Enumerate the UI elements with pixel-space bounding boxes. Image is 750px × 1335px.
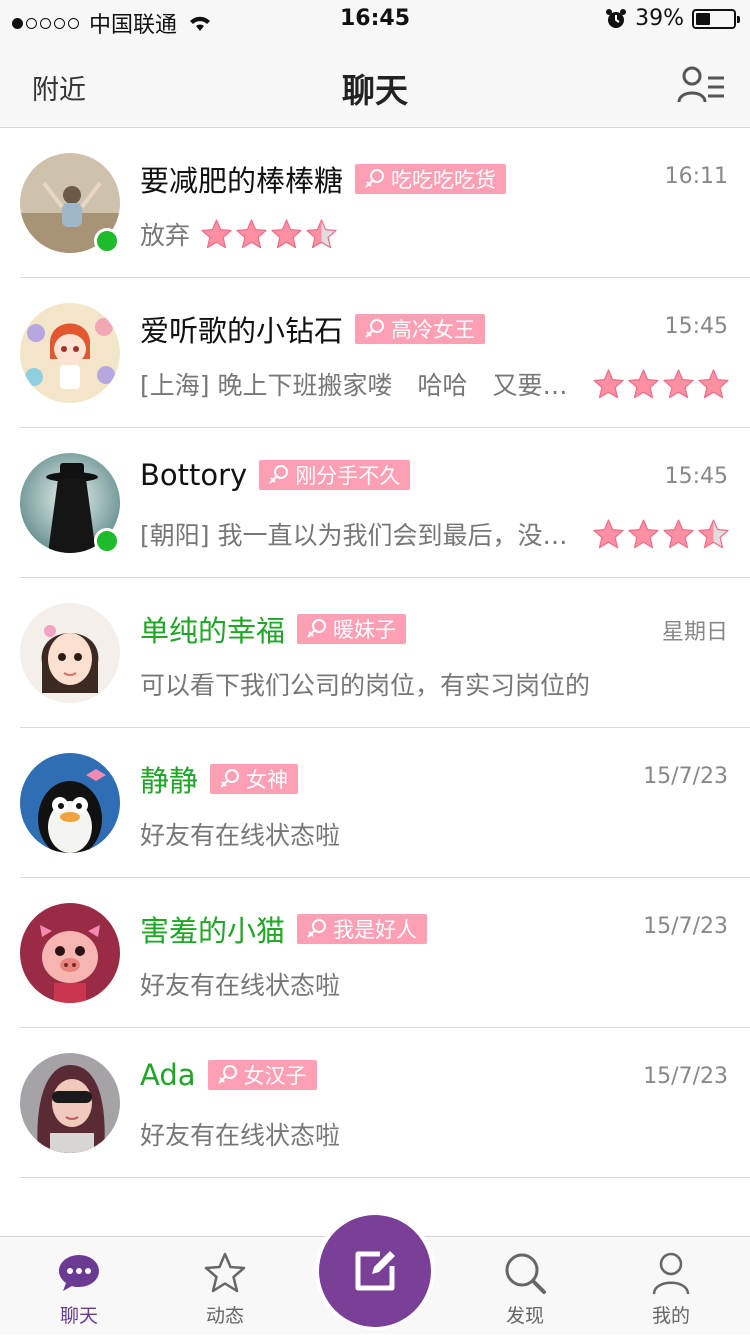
star-icon — [628, 518, 659, 548]
chat-time: 15/7/23 — [643, 764, 728, 789]
chat-time: 星期日 — [661, 620, 728, 645]
chat-row[interactable]: 爱听歌的小钻石 高冷女王 15:45 [上海] 晚上下班搬家喽 哈哈 又要住的离… — [0, 278, 750, 428]
badge-label: 我是好人 — [333, 918, 418, 942]
tab-label: 聊天 — [59, 1305, 98, 1327]
badge-label: 刚分手不久 — [295, 464, 401, 488]
status-badge: 暖妹子 — [297, 614, 407, 644]
star-icon — [306, 218, 337, 248]
female-icon — [365, 169, 385, 188]
contact-name: 爱听歌的小钻石 — [140, 314, 344, 348]
star-icon — [593, 518, 624, 548]
tab-me[interactable]: 我的 — [616, 1237, 726, 1335]
rating-stars — [576, 518, 730, 551]
star-icon — [663, 368, 694, 398]
badge-label: 暖妹子 — [333, 618, 397, 642]
status-badge: 女汉子 — [207, 1060, 317, 1090]
tab-chat[interactable]: 聊天 — [24, 1237, 134, 1335]
tab-label: 发现 — [505, 1305, 544, 1327]
chat-time: 15:45 — [664, 464, 728, 489]
avatar[interactable] — [20, 753, 120, 853]
chat-bubble-icon — [59, 1255, 99, 1291]
last-message: 放弃 — [140, 221, 191, 250]
badge-label: 吃吃吃吃货 — [391, 168, 497, 192]
star-icon — [663, 518, 694, 548]
tab-label: 我的 — [651, 1305, 690, 1327]
avatar[interactable] — [20, 1053, 120, 1153]
chat-time: 15:45 — [664, 314, 728, 339]
contact-name: 害羞的小猫 — [140, 914, 286, 948]
female-icon — [217, 1065, 237, 1084]
avatar[interactable] — [20, 603, 120, 703]
contact-name: 静静 — [140, 764, 199, 798]
tab-moments[interactable]: 动态 — [170, 1237, 280, 1335]
chat-time: 15/7/23 — [643, 914, 728, 939]
status-badge: 高冷女王 — [355, 314, 486, 344]
alarm-icon — [606, 8, 627, 28]
battery-percent: 39% — [635, 6, 684, 31]
badge-label: 高冷女王 — [391, 318, 476, 342]
contact-name: Bottory — [140, 458, 248, 492]
star-icon — [236, 218, 267, 248]
status-badge: 我是好人 — [297, 914, 428, 944]
chat-row[interactable]: 害羞的小猫 我是好人 15/7/23 好友有在线状态啦 — [0, 878, 750, 1028]
online-indicator — [94, 528, 120, 554]
last-message: 可以看下我们公司的岗位，有实习岗位的 — [140, 671, 591, 700]
star-outline-icon — [204, 1252, 246, 1293]
compose-button[interactable] — [319, 1215, 431, 1327]
star-icon — [271, 218, 302, 248]
star-icon — [201, 218, 232, 248]
female-icon — [307, 919, 327, 938]
last-message: [朝阳] 我一直以为我们会到最后，没想到 — [140, 521, 576, 550]
star-icon — [628, 368, 659, 398]
chat-time: 15/7/23 — [643, 1064, 728, 1089]
rating-stars — [576, 368, 730, 401]
online-indicator — [94, 228, 120, 254]
contact-name: 要减肥的棒棒糖 — [140, 164, 344, 198]
nav-bar: 附近 聊天 — [0, 40, 750, 128]
contact-name: 单纯的幸福 — [140, 614, 286, 648]
chat-row[interactable]: Ada 女汉子 15/7/23 好友有在线状态啦 — [0, 1028, 750, 1178]
star-icon — [593, 368, 624, 398]
badge-label: 女汉子 — [243, 1064, 307, 1088]
contact-name: Ada — [140, 1058, 196, 1092]
status-bar: 中国联通 16:45 39% — [0, 0, 750, 40]
badge-label: 女神 — [246, 768, 289, 792]
chat-row[interactable]: 单纯的幸福 暖妹子 星期日 可以看下我们公司的岗位，有实习岗位的 — [0, 578, 750, 728]
last-message: 好友有在线状态啦 — [140, 1121, 341, 1150]
search-icon — [505, 1253, 546, 1294]
status-badge: 刚分手不久 — [259, 460, 411, 490]
female-icon — [307, 619, 327, 638]
battery-icon — [692, 8, 740, 29]
chat-row[interactable]: Bottory 刚分手不久 15:45 [朝阳] 我一直以为我们会到最后，没想到 — [0, 428, 750, 578]
chat-row[interactable]: 要减肥的棒棒糖 吃吃吃吃货 16:11 放弃 — [0, 128, 750, 278]
last-message: 好友有在线状态啦 — [140, 971, 341, 1000]
star-icon — [698, 518, 729, 548]
status-badge: 吃吃吃吃货 — [355, 164, 507, 194]
status-badge: 女神 — [210, 764, 299, 794]
edit-icon — [355, 1251, 395, 1291]
star-icon — [698, 368, 729, 398]
divider — [20, 1177, 750, 1178]
page-title: 聊天 — [342, 71, 408, 110]
rating-stars — [200, 218, 338, 251]
chat-time: 16:11 — [664, 164, 728, 189]
tab-discover[interactable]: 发现 — [470, 1237, 580, 1335]
chat-list: 要减肥的棒棒糖 吃吃吃吃货 16:11 放弃 爱听歌的小钻石 高冷女王 15:4… — [0, 128, 750, 1178]
female-icon — [365, 319, 385, 338]
contacts-icon[interactable] — [676, 64, 726, 104]
chat-row[interactable]: 静静 女神 15/7/23 好友有在线状态啦 — [0, 728, 750, 878]
last-message: [上海] 晚上下班搬家喽 哈哈 又要住的离公司很近了 — [140, 371, 576, 400]
last-message: 好友有在线状态啦 — [140, 821, 341, 850]
tab-label: 动态 — [205, 1305, 244, 1327]
female-icon — [220, 769, 240, 788]
status-right: 39% — [605, 6, 740, 31]
avatar[interactable] — [20, 303, 120, 403]
avatar[interactable] — [20, 903, 120, 1003]
person-icon — [652, 1252, 690, 1295]
female-icon — [269, 465, 289, 484]
